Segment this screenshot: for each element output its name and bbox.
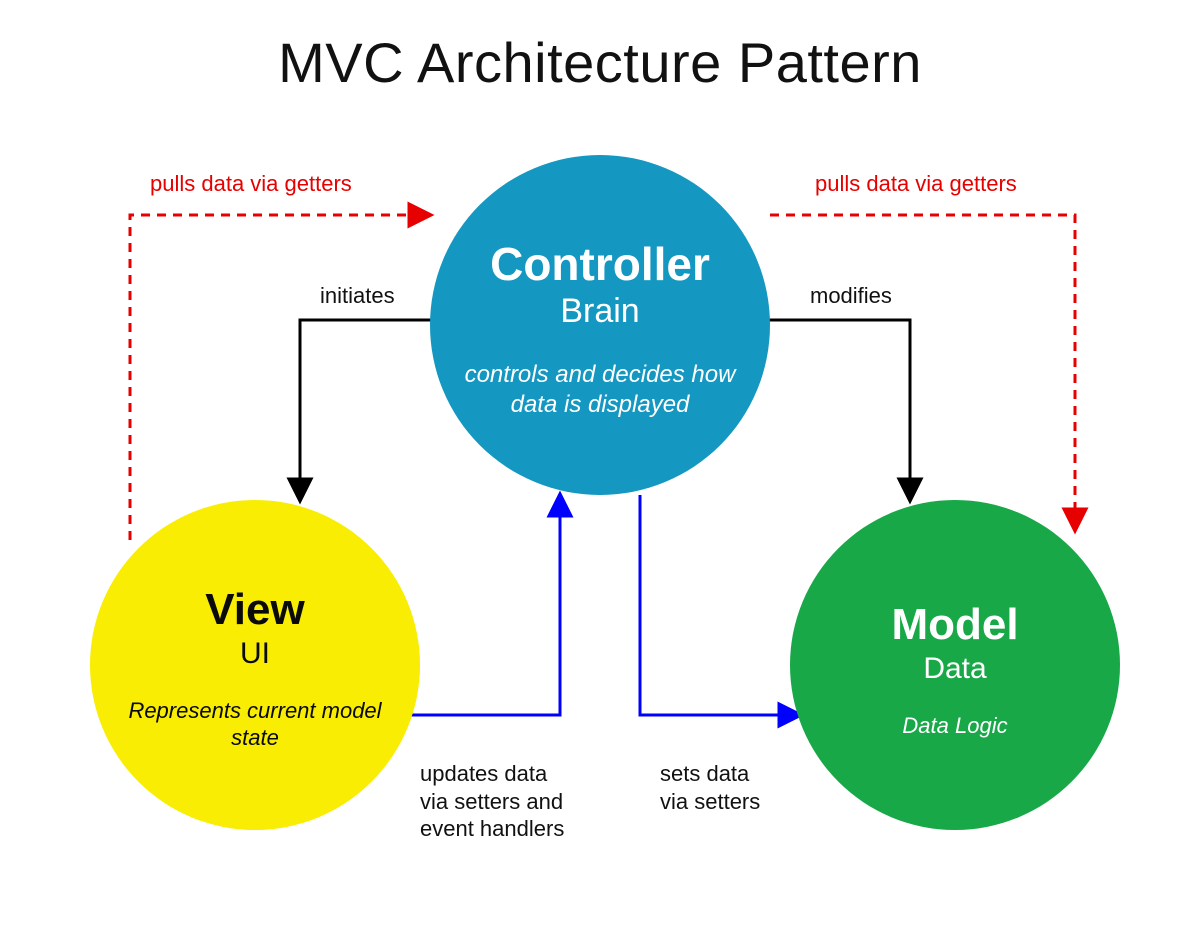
view-description: Represents current model state — [90, 697, 420, 752]
edge-controller-pull-model — [770, 215, 1075, 530]
view-node: View UI Represents current model state — [90, 500, 420, 830]
edge-view-updates-controller — [408, 495, 560, 715]
model-node: Model Data Data Logic — [790, 500, 1120, 830]
controller-subtitle: Brain — [560, 290, 639, 333]
label-modifies: modifies — [810, 282, 892, 310]
label-updates: updates data via setters and event handl… — [420, 760, 620, 843]
edge-view-pull-controller — [130, 215, 430, 540]
model-subtitle: Data — [923, 650, 986, 688]
mvc-diagram: MVC Architecture Pattern Controlle — [0, 0, 1200, 950]
model-title: Model — [891, 597, 1018, 652]
controller-description: controls and decides how data is display… — [430, 360, 770, 420]
label-pull-left: pulls data via getters — [150, 170, 352, 198]
label-sets: sets data via setters — [660, 760, 820, 815]
diagram-title: MVC Architecture Pattern — [0, 30, 1200, 95]
label-pull-right: pulls data via getters — [815, 170, 1017, 198]
view-title: View — [205, 582, 304, 637]
controller-title: Controller — [490, 236, 710, 294]
view-subtitle: UI — [240, 635, 270, 673]
model-description: Data Logic — [874, 712, 1035, 740]
edge-controller-sets-model — [640, 495, 800, 715]
edge-controller-modifies-model — [762, 320, 910, 500]
controller-node: Controller Brain controls and decides ho… — [430, 155, 770, 495]
label-initiates: initiates — [320, 282, 395, 310]
edge-controller-initiates-view — [300, 320, 438, 500]
